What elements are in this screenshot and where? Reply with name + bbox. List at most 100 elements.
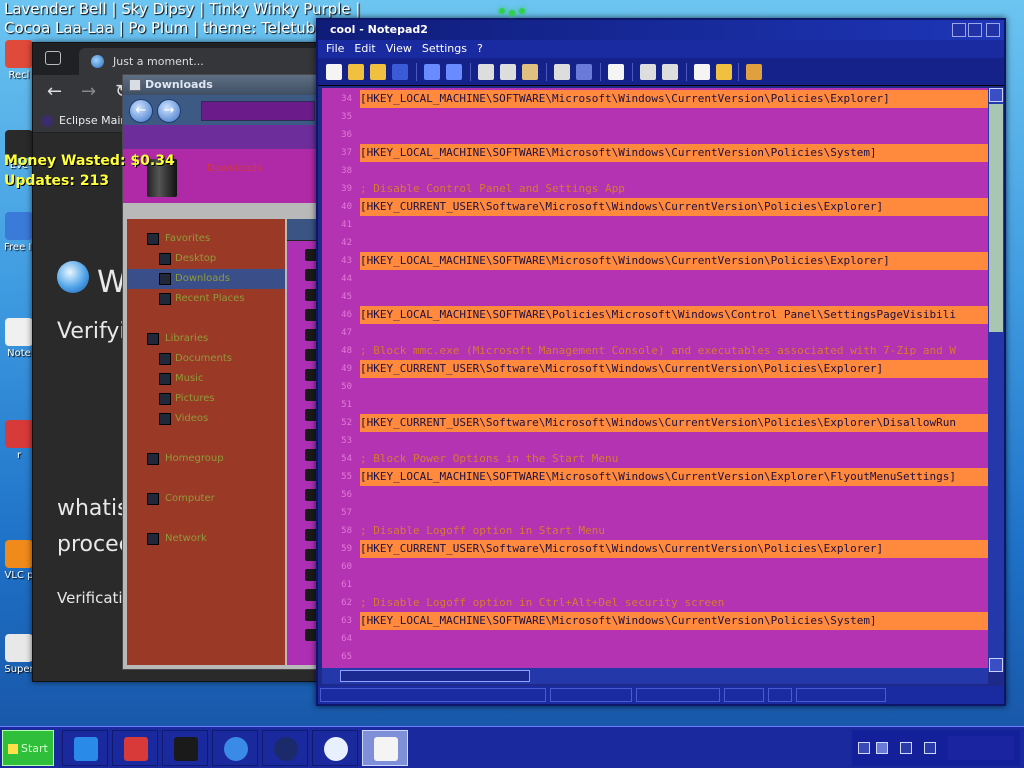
redo-icon[interactable] <box>446 64 462 80</box>
nav-item-desktop[interactable]: Desktop <box>127 249 285 269</box>
find-icon[interactable] <box>554 64 570 80</box>
zoom-out-icon[interactable] <box>662 64 678 80</box>
editor-line[interactable]: 52 [HKEY_CURRENT_USER\Software\Microsoft\… <box>322 414 988 432</box>
editor-line[interactable]: 58 ; Disable Logoff option in Start Menu <box>322 522 988 540</box>
word-wrap-icon[interactable] <box>608 64 624 80</box>
scheme-icon[interactable] <box>694 64 710 80</box>
menu-view[interactable]: View <box>386 42 412 55</box>
cut-icon[interactable] <box>478 64 494 80</box>
browse-icon[interactable] <box>370 64 386 80</box>
editor-line[interactable]: 35 <box>322 108 988 126</box>
editor-line[interactable]: 60 <box>322 558 988 576</box>
notepad-titlebar[interactable]: cool - Notepad2 <box>318 20 1004 40</box>
editor-line[interactable]: 37 [HKEY_LOCAL_MACHINE\SOFTWARE\Microsoft… <box>322 144 988 162</box>
tray-arrow-icon[interactable] <box>858 742 870 754</box>
editor-line[interactable]: 53 <box>322 432 988 450</box>
nav-item-videos[interactable]: Videos <box>127 409 285 429</box>
globe-taskbar-button[interactable] <box>262 730 308 766</box>
scroll-thumb[interactable] <box>989 104 1003 332</box>
menu-file[interactable]: File <box>326 42 344 55</box>
desktop-icon[interactable]: Recl <box>4 40 34 81</box>
start-button[interactable]: Start <box>2 730 54 766</box>
editor-line[interactable]: 34 [HKEY_LOCAL_MACHINE\SOFTWARE\Microsoft… <box>322 90 988 108</box>
tray-help-icon[interactable] <box>876 742 888 754</box>
editor-line[interactable]: 41 <box>322 216 988 234</box>
replace-icon[interactable] <box>576 64 592 80</box>
editor-line[interactable]: 57 <box>322 504 988 522</box>
editor-line[interactable]: 49 [HKEY_CURRENT_USER\Software\Microsoft\… <box>322 360 988 378</box>
open-icon[interactable] <box>348 64 364 80</box>
forward-arrow-icon[interactable]: → <box>157 99 181 123</box>
tab-search-icon[interactable] <box>45 51 61 65</box>
editor-line[interactable]: 65 <box>322 648 988 666</box>
editor-line[interactable]: 54 ; Block Power Options in the Start Men… <box>322 450 988 468</box>
editor-line[interactable]: 51 <box>322 396 988 414</box>
notepad-editor[interactable]: 34 [HKEY_LOCAL_MACHINE\SOFTWARE\Microsoft… <box>322 88 988 684</box>
editor-line[interactable]: 64 <box>322 630 988 648</box>
editor-line[interactable]: 40 [HKEY_CURRENT_USER\Software\Microsoft\… <box>322 198 988 216</box>
editor-line[interactable]: 47 <box>322 324 988 342</box>
nav-item-libraries[interactable]: Libraries <box>127 329 285 349</box>
nav-item-pictures[interactable]: Pictures <box>127 389 285 409</box>
undo-icon[interactable] <box>424 64 440 80</box>
menu-edit[interactable]: Edit <box>354 42 375 55</box>
editor-line[interactable]: 56 <box>322 486 988 504</box>
menu-settings[interactable]: Settings <box>422 42 467 55</box>
editor-line[interactable]: 46 [HKEY_LOCAL_MACHINE\SOFTWARE\Policies\… <box>322 306 988 324</box>
editor-line[interactable]: 59 [HKEY_CURRENT_USER\Software\Microsoft\… <box>322 540 988 558</box>
desktop-icon[interactable]: VLC p <box>4 540 34 581</box>
nav-item-computer[interactable]: Computer <box>127 489 285 509</box>
close-icon[interactable] <box>986 23 1000 37</box>
hscroll-thumb[interactable] <box>340 670 530 682</box>
editor-line[interactable]: 43 [HKEY_LOCAL_MACHINE\SOFTWARE\Microsoft… <box>322 252 988 270</box>
customize-icon[interactable] <box>716 64 732 80</box>
save-icon[interactable] <box>392 64 408 80</box>
back-arrow-icon[interactable]: ← <box>47 81 62 102</box>
nav-item-music[interactable]: Music <box>127 369 285 389</box>
desktop-icon[interactable]: Super <box>4 634 34 675</box>
browser-tab[interactable]: Just a moment... × <box>79 48 335 75</box>
vertical-scrollbar[interactable] <box>988 88 1004 672</box>
editor-line[interactable]: 36 <box>322 126 988 144</box>
editor-line[interactable]: 45 <box>322 288 988 306</box>
desktop-icon[interactable]: r <box>4 420 34 461</box>
minimize-icon[interactable] <box>952 23 966 37</box>
zoom-in-icon[interactable] <box>640 64 656 80</box>
maximize-icon[interactable] <box>968 23 982 37</box>
media-player-taskbar-button[interactable] <box>212 730 258 766</box>
paste-icon[interactable] <box>522 64 538 80</box>
editor-line[interactable]: 39 ; Disable Control Panel and Settings A… <box>322 180 988 198</box>
app-taskbar-button[interactable] <box>112 730 158 766</box>
editor-line[interactable]: 48 ; Block mmc.exe (Microsoft Management … <box>322 342 988 360</box>
app-taskbar-button-2[interactable] <box>162 730 208 766</box>
nav-item-favorites[interactable]: Favorites <box>127 229 285 249</box>
desktop-icon[interactable]: Note <box>4 318 34 359</box>
explorer-titlebar[interactable]: Downloads <box>123 75 321 95</box>
notepad2-window[interactable]: cool - Notepad2 File Edit View Settings? 34… <box>316 18 1006 706</box>
editor-line[interactable]: 55 [HKEY_LOCAL_MACHINE\SOFTWARE\Microsoft… <box>322 468 988 486</box>
menu-help[interactable]: ? <box>477 42 483 55</box>
back-arrow-icon[interactable]: ← <box>129 99 153 123</box>
browser-taskbar-button[interactable] <box>312 730 358 766</box>
nav-item-network[interactable]: Network <box>127 529 285 549</box>
editor-line[interactable]: 61 <box>322 576 988 594</box>
scroll-up-icon[interactable] <box>989 88 1003 102</box>
desktop-icon[interactable]: Free I Ma <box>4 212 34 253</box>
editor-line[interactable]: 44 <box>322 270 988 288</box>
nav-item-downloads[interactable]: Downloads <box>127 269 285 289</box>
editor-line[interactable]: 42 <box>322 234 988 252</box>
exit-icon[interactable] <box>746 64 762 80</box>
nav-item-recent-places[interactable]: Recent Places <box>127 289 285 309</box>
editor-line[interactable]: 38 <box>322 162 988 180</box>
scroll-down-icon[interactable] <box>989 658 1003 672</box>
address-input[interactable] <box>201 101 315 121</box>
forward-arrow-icon[interactable]: → <box>81 81 96 102</box>
horizontal-scrollbar[interactable] <box>322 668 988 684</box>
clock[interactable] <box>948 736 1014 760</box>
editor-line[interactable]: 63 [HKEY_LOCAL_MACHINE\SOFTWARE\Microsoft… <box>322 612 988 630</box>
new-icon[interactable] <box>326 64 342 80</box>
network-icon[interactable] <box>900 742 912 754</box>
notepad-taskbar-button[interactable] <box>362 730 408 766</box>
volume-icon[interactable] <box>924 742 936 754</box>
nav-item-homegroup[interactable]: Homegroup <box>127 449 285 469</box>
